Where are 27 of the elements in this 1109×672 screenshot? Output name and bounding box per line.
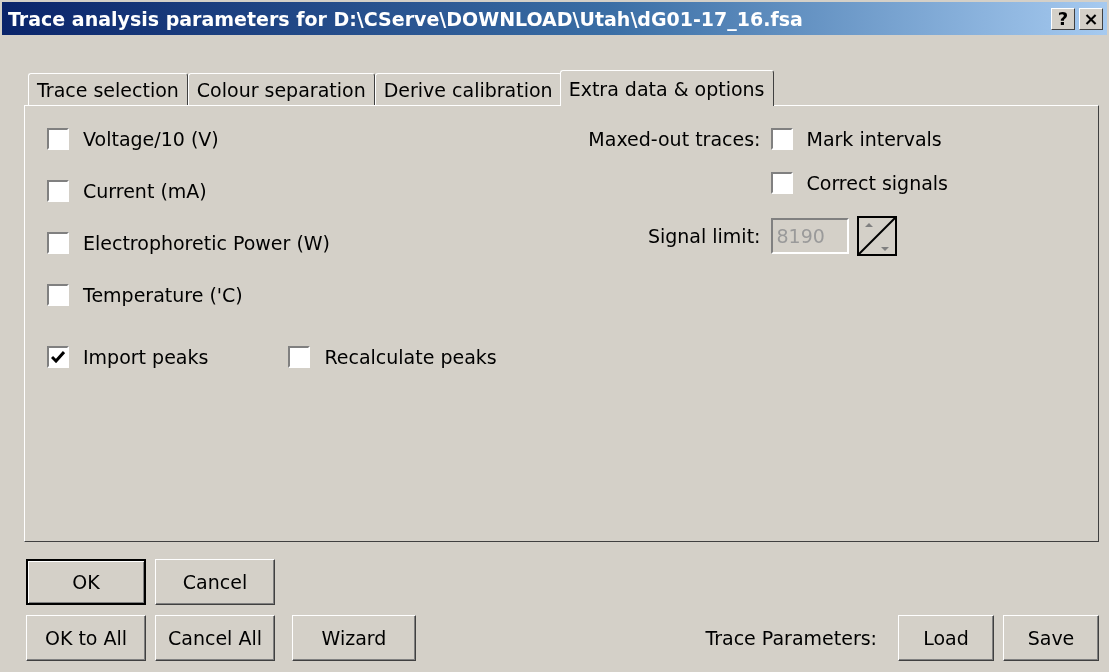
- checkbox-option[interactable]: Voltage/10 (V): [47, 128, 497, 150]
- checkbox-option[interactable]: Temperature ('C): [47, 284, 497, 306]
- spin-icon[interactable]: [856, 216, 897, 256]
- checkbox-option[interactable]: Mark intervals: [770, 128, 948, 150]
- tab[interactable]: Trace selection: [28, 73, 188, 105]
- check-icon: [51, 351, 65, 363]
- tab[interactable]: Colour separation: [187, 73, 375, 105]
- help-button[interactable]: ?: [1051, 7, 1075, 30]
- field-label: Signal limit:: [647, 225, 761, 247]
- checkbox-option[interactable]: Electrophoretic Power (W): [47, 232, 497, 254]
- dialog-button[interactable]: Load: [898, 615, 994, 661]
- tab[interactable]: Extra data & options: [559, 70, 774, 106]
- checkbox-option[interactable]: Current (mA): [47, 180, 497, 202]
- field-label: Trace Parameters:: [705, 627, 877, 649]
- window-title: Trace analysis parameters for D:\CServe\DOWNLOAD\Utah\dG01-17_16.fsa: [8, 7, 803, 30]
- checkbox-option[interactable]: Import peaks: [47, 346, 209, 368]
- checkbox-option[interactable]: Correct signals: [770, 172, 948, 194]
- dialog-button[interactable]: OK: [26, 559, 146, 605]
- field-label: Maxed-out traces:: [588, 128, 761, 150]
- dialog-button[interactable]: Wizard: [292, 615, 416, 661]
- dialog-button[interactable]: Cancel All: [155, 615, 275, 661]
- tab[interactable]: Derive calibration: [374, 73, 562, 105]
- checkbox-option[interactable]: Recalculate peaks: [288, 346, 497, 368]
- dialog-button[interactable]: OK to All: [26, 615, 146, 661]
- dialog-button[interactable]: Cancel: [155, 559, 275, 605]
- dialog-button[interactable]: Save: [1003, 615, 1099, 661]
- close-button[interactable]: ×: [1079, 7, 1103, 30]
